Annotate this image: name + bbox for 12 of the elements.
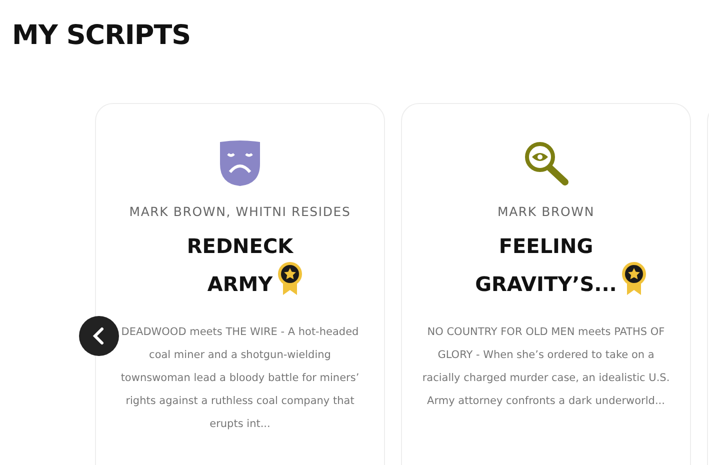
magnifier-eye-icon	[523, 140, 569, 186]
script-title: FEELING GRAVITY’S...	[475, 234, 617, 296]
script-authors: MARK BROWN	[497, 204, 594, 219]
script-card[interactable]	[401, 103, 691, 465]
script-description: DEADWOOD meets THE WIRE - A hot-headed coal miner and a shotgun-wielding townswoman lead a bloody battle for miners’ rights against a ruthless coal company that erupts int...	[120, 325, 360, 432]
page-heading: MY SCRIPTS	[11, 19, 192, 51]
sad-mask-icon	[218, 140, 262, 186]
previous-button[interactable]	[79, 316, 119, 356]
script-description: NO COUNTRY FOR OLD MEN meets PATHS OF GLORY - When she’s ordered to take on a racially charged murder case, an idealistic U.S. Army attorney confronts a dark underworld...	[421, 325, 671, 409]
script-title: REDNECK ARMY	[186, 234, 294, 296]
script-authors: MARK BROWN, WHITNI RESIDES	[129, 204, 351, 219]
chevron-left-icon	[92, 327, 106, 345]
